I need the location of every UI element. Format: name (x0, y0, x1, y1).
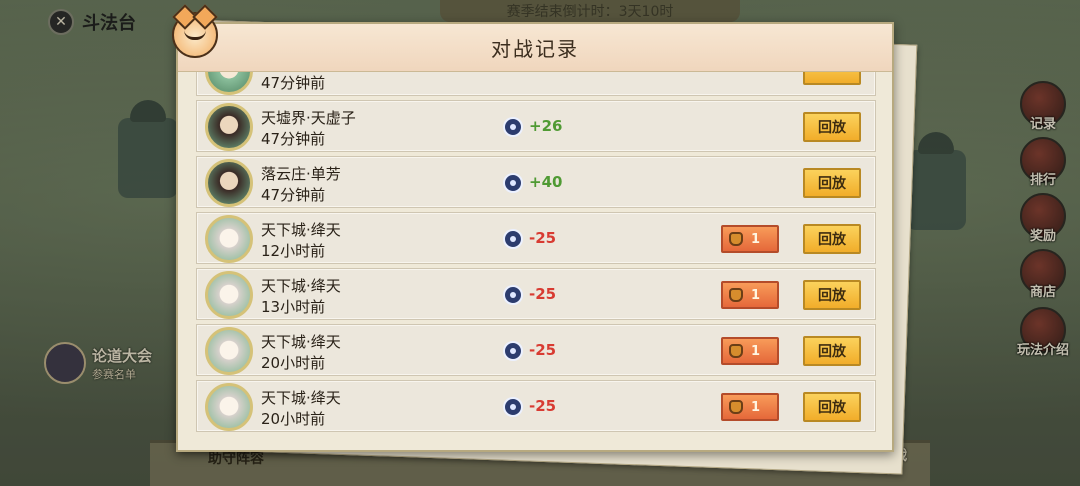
cat-mascot-icon (172, 12, 218, 58)
revenge-badge[interactable]: 1 (721, 281, 779, 309)
record-row: 天下城·绛天 20小时前 -25 1 回放 (196, 380, 876, 432)
score-orb-icon (503, 229, 523, 249)
revenge-badge[interactable]: 1 (721, 393, 779, 421)
score-change: +40 (529, 173, 563, 191)
opponent-avatar (205, 72, 253, 95)
score-change: -25 (529, 285, 557, 303)
record-time: 20小时前 (261, 410, 326, 428)
record-time: 47分钟前 (261, 186, 326, 204)
dialog-header: 对战记录 (178, 24, 892, 72)
opponent-avatar (205, 103, 253, 151)
revenge-count: 1 (751, 287, 761, 303)
replay-button[interactable]: 回放 (803, 336, 861, 366)
opponent-name: 落云庄·单芳 (261, 165, 341, 183)
record-time: 47分钟前 (261, 130, 326, 148)
opponent-name: 天墟界·天虚子 (261, 109, 356, 127)
replay-button[interactable]: 回放 (803, 224, 861, 254)
replay-button[interactable] (803, 72, 861, 85)
score-change: -25 (529, 397, 557, 415)
battle-record-dialog: 对战记录 47分钟前 天墟界·天虚子 47分钟前 +26 回放 落云庄·单芳 4… (172, 12, 894, 452)
opponent-avatar (205, 327, 253, 375)
record-row: 天下城·绛天 12小时前 -25 1 回放 (196, 212, 876, 264)
dialog-title: 对战记录 (491, 37, 579, 61)
record-time: 20小时前 (261, 354, 326, 372)
score-orb-icon (503, 285, 523, 305)
revenge-badge[interactable]: 1 (721, 337, 779, 365)
score-change: -25 (529, 229, 557, 247)
revenge-count: 1 (751, 343, 761, 359)
record-time: 13小时前 (261, 298, 326, 316)
record-row: 天下城·绛天 13小时前 -25 1 回放 (196, 268, 876, 320)
opponent-avatar (205, 159, 253, 207)
opponent-name: 天下城·绛天 (261, 389, 341, 407)
revenge-count: 1 (751, 231, 761, 247)
replay-button[interactable]: 回放 (803, 392, 861, 422)
record-row: 天下城·绛天 20小时前 -25 1 回放 (196, 324, 876, 376)
record-row: 47分钟前 (196, 72, 876, 96)
record-row: 落云庄·单芳 47分钟前 +40 回放 (196, 156, 876, 208)
fist-icon (729, 400, 743, 414)
opponent-avatar (205, 215, 253, 263)
replay-button[interactable]: 回放 (803, 112, 861, 142)
score-change: -25 (529, 341, 557, 359)
score-orb-icon (503, 341, 523, 361)
fist-icon (729, 232, 743, 246)
opponent-avatar (205, 271, 253, 319)
record-time: 12小时前 (261, 242, 326, 260)
replay-button[interactable]: 回放 (803, 168, 861, 198)
record-list[interactable]: 47分钟前 天墟界·天虚子 47分钟前 +26 回放 落云庄·单芳 47分钟前 … (196, 72, 876, 452)
opponent-avatar (205, 383, 253, 431)
score-orb-icon (503, 117, 523, 137)
opponent-name: 天下城·绛天 (261, 221, 341, 239)
record-time: 47分钟前 (261, 74, 326, 92)
fist-icon (729, 344, 743, 358)
score-orb-icon (503, 397, 523, 417)
replay-button[interactable]: 回放 (803, 280, 861, 310)
score-orb-icon (503, 173, 523, 193)
fist-icon (729, 288, 743, 302)
revenge-badge[interactable]: 1 (721, 225, 779, 253)
revenge-count: 1 (751, 399, 761, 415)
record-row: 天墟界·天虚子 47分钟前 +26 回放 (196, 100, 876, 152)
score-change: +26 (529, 117, 563, 135)
opponent-name: 天下城·绛天 (261, 333, 341, 351)
opponent-name: 天下城·绛天 (261, 277, 341, 295)
